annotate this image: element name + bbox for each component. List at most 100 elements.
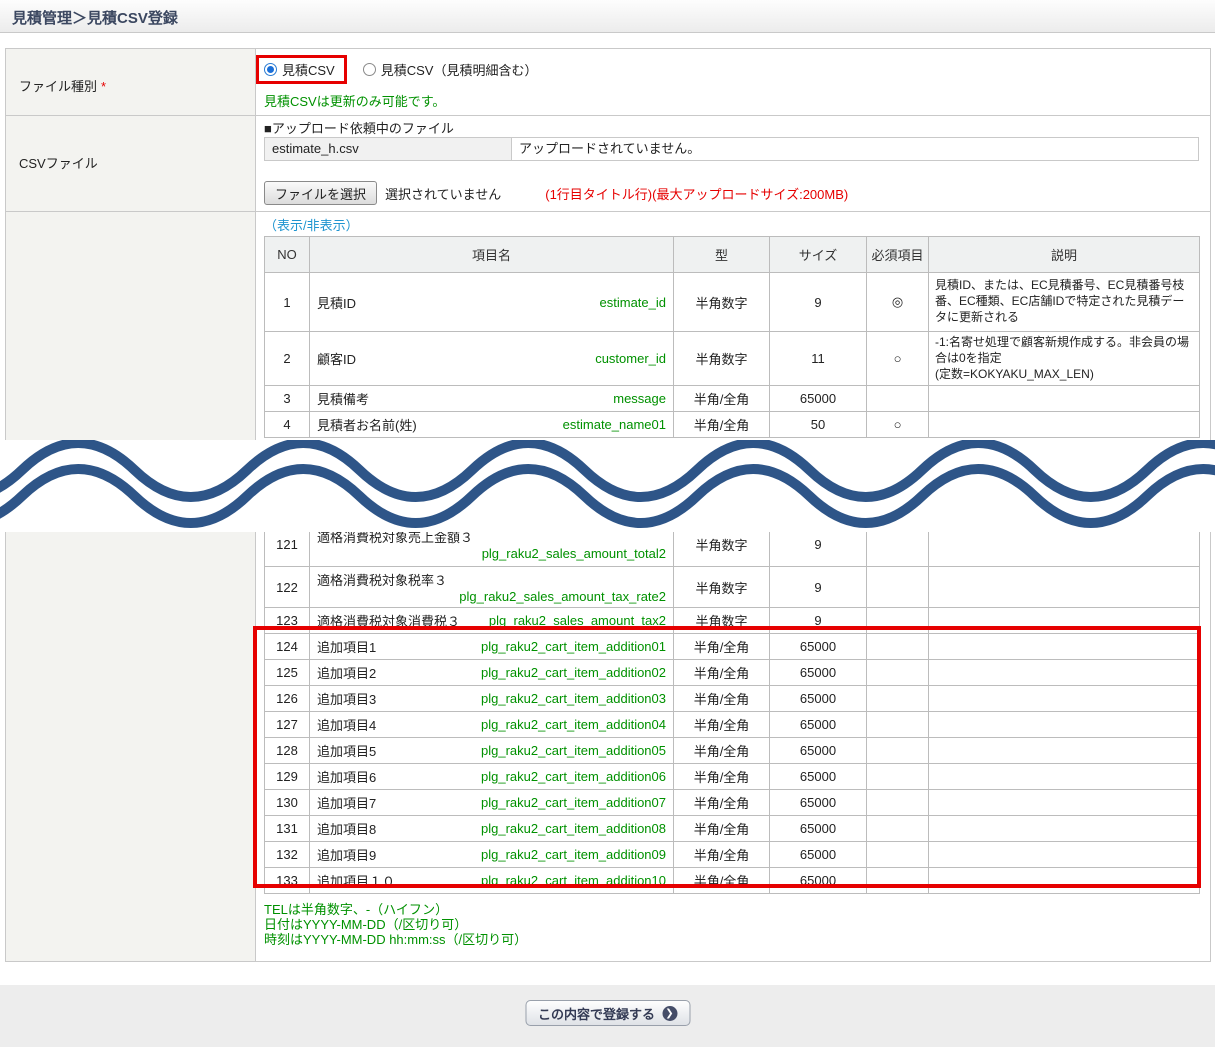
col-header-required: 必須項目 xyxy=(867,237,929,273)
cell-type: 半角数字 xyxy=(674,567,770,608)
cell-type: 半角数字 xyxy=(674,332,770,386)
cell-description xyxy=(929,386,1200,412)
cell-no: 127 xyxy=(265,712,310,738)
cell-name: 追加項目3plg_raku2_cart_item_addition03 xyxy=(310,686,674,712)
cell-required xyxy=(867,386,929,412)
spec-row: 4 見積者お名前(姓)estimate_name01 半角/全角 50 ○ xyxy=(265,412,1200,438)
cell-required xyxy=(867,686,929,712)
upload-constraint-text: (1行目タイトル行)(最大アップロードサイズ:200MB) xyxy=(545,184,848,203)
cell-description xyxy=(929,634,1200,660)
cell-size: 65000 xyxy=(770,842,867,868)
cell-no: 123 xyxy=(265,608,310,634)
cell-size: 65000 xyxy=(770,634,867,660)
cell-required xyxy=(867,868,929,894)
cell-name: 見積者お名前(姓)estimate_name01 xyxy=(310,412,674,438)
page-header: 見積管理＞見積CSV登録 xyxy=(0,0,1215,33)
cell-type: 半角/全角 xyxy=(674,738,770,764)
row-divider xyxy=(6,115,1210,116)
cell-no: 122 xyxy=(265,567,310,608)
cell-type: 半角/全角 xyxy=(674,816,770,842)
cell-no: 2 xyxy=(265,332,310,386)
cell-description xyxy=(929,738,1200,764)
cell-size: 65000 xyxy=(770,660,867,686)
cell-name: 適格消費税対象売上金額３plg_raku2_sales_amount_total… xyxy=(310,522,674,567)
cell-size: 65000 xyxy=(770,686,867,712)
cell-description xyxy=(929,567,1200,608)
spec-row: 125 追加項目2plg_raku2_cart_item_addition02 … xyxy=(265,660,1200,686)
file-type-note: 見積CSVは更新のみ可能です。 xyxy=(264,91,445,110)
spec-row: 124 追加項目1plg_raku2_cart_item_addition01 … xyxy=(265,634,1200,660)
radio-selected-icon xyxy=(264,63,277,76)
cell-no: 4 xyxy=(265,412,310,438)
spec-row: 3 見積備考message 半角/全角 65000 xyxy=(265,386,1200,412)
cell-no: 131 xyxy=(265,816,310,842)
cell-no: 124 xyxy=(265,634,310,660)
toggle-visibility-link[interactable]: （表示/非表示） xyxy=(264,215,359,234)
cell-size: 9 xyxy=(770,273,867,332)
cell-name: 見積IDestimate_id xyxy=(310,273,674,332)
cell-size: 65000 xyxy=(770,386,867,412)
cell-name: 追加項目1plg_raku2_cart_item_addition01 xyxy=(310,634,674,660)
radio-estimate-csv-with-details[interactable]: 見積CSV（見積明細含む） xyxy=(363,60,538,79)
pending-status-cell: アップロードされていません。 xyxy=(511,137,1199,161)
spec-row: 121 適格消費税対象売上金額３plg_raku2_sales_amount_t… xyxy=(265,522,1200,567)
row-divider xyxy=(6,211,1210,212)
cell-required xyxy=(867,608,929,634)
form-label-column xyxy=(6,49,256,961)
col-header-type: 型 xyxy=(674,237,770,273)
cell-type: 半角/全角 xyxy=(674,686,770,712)
cell-size: 65000 xyxy=(770,738,867,764)
cell-no: 133 xyxy=(265,868,310,894)
note-line: TELは半角数字、-（ハイフン） xyxy=(264,902,527,917)
footer-bar: この内容で登録する ❯ xyxy=(0,985,1215,1047)
submit-button[interactable]: この内容で登録する ❯ xyxy=(525,1000,690,1026)
cell-name: 適格消費税対象税率３plg_raku2_sales_amount_tax_rat… xyxy=(310,567,674,608)
csv-register-form: ファイル種別* 見積CSV 見積CSV（見積明細含む） 見積CSVは更新のみ可能… xyxy=(5,48,1211,962)
spec-row: 1 見積IDestimate_id 半角数字 9 ◎ 見積ID、または、EC見積… xyxy=(265,273,1200,332)
cell-no: 121 xyxy=(265,522,310,567)
spec-row: 122 適格消費税対象税率３plg_raku2_sales_amount_tax… xyxy=(265,567,1200,608)
cell-type: 半角/全角 xyxy=(674,764,770,790)
cell-description xyxy=(929,686,1200,712)
cell-no: 129 xyxy=(265,764,310,790)
cell-required xyxy=(867,660,929,686)
format-notes: TELは半角数字、-（ハイフン） 日付はYYYY-MM-DD（/区切り可） 時刻… xyxy=(264,902,527,947)
cell-description xyxy=(929,608,1200,634)
spec-row: 129 追加項目6plg_raku2_cart_item_addition06 … xyxy=(265,764,1200,790)
cell-type: 半角/全角 xyxy=(674,634,770,660)
cell-required xyxy=(867,842,929,868)
cell-type: 半角/全角 xyxy=(674,842,770,868)
cell-name: 適格消費税対象消費税３plg_raku2_sales_amount_tax2 xyxy=(310,608,674,634)
cell-type: 半角数字 xyxy=(674,522,770,567)
file-type-label: ファイル種別* xyxy=(19,76,106,95)
file-select-button[interactable]: ファイルを選択 xyxy=(264,181,377,205)
cell-required xyxy=(867,764,929,790)
cell-type: 半角/全角 xyxy=(674,868,770,894)
no-file-text: 選択されていません xyxy=(385,184,501,203)
radio-estimate-csv[interactable]: 見積CSV xyxy=(264,60,335,79)
cell-description xyxy=(929,790,1200,816)
col-header-no: NO xyxy=(265,237,310,273)
cell-name: 追加項目１０plg_raku2_cart_item_addition10 xyxy=(310,868,674,894)
cell-size: 65000 xyxy=(770,712,867,738)
cell-description xyxy=(929,842,1200,868)
cell-no: 128 xyxy=(265,738,310,764)
cell-name: 追加項目9plg_raku2_cart_item_addition09 xyxy=(310,842,674,868)
cell-size: 65000 xyxy=(770,764,867,790)
cell-name: 見積備考message xyxy=(310,386,674,412)
pending-upload-header: ■アップロード依頼中のファイル xyxy=(264,118,454,137)
cell-size: 9 xyxy=(770,522,867,567)
cell-no: 130 xyxy=(265,790,310,816)
cell-size: 9 xyxy=(770,567,867,608)
spec-row: 132 追加項目9plg_raku2_cart_item_addition09 … xyxy=(265,842,1200,868)
page-title: 見積管理＞見積CSV登録 xyxy=(0,0,1215,28)
cell-type: 半角/全角 xyxy=(674,790,770,816)
csv-file-label: CSVファイル xyxy=(19,153,98,172)
cell-description xyxy=(929,764,1200,790)
spec-header-row: NO 項目名 型 サイズ 必須項目 説明 xyxy=(265,237,1200,273)
spec-row: 123 適格消費税対象消費税３plg_raku2_sales_amount_ta… xyxy=(265,608,1200,634)
spec-table-top: NO 項目名 型 サイズ 必須項目 説明 1 見積IDestimate_id 半… xyxy=(264,236,1200,438)
cell-required xyxy=(867,522,929,567)
circle-arrow-right-icon: ❯ xyxy=(662,1006,677,1021)
cell-type: 半角/全角 xyxy=(674,386,770,412)
